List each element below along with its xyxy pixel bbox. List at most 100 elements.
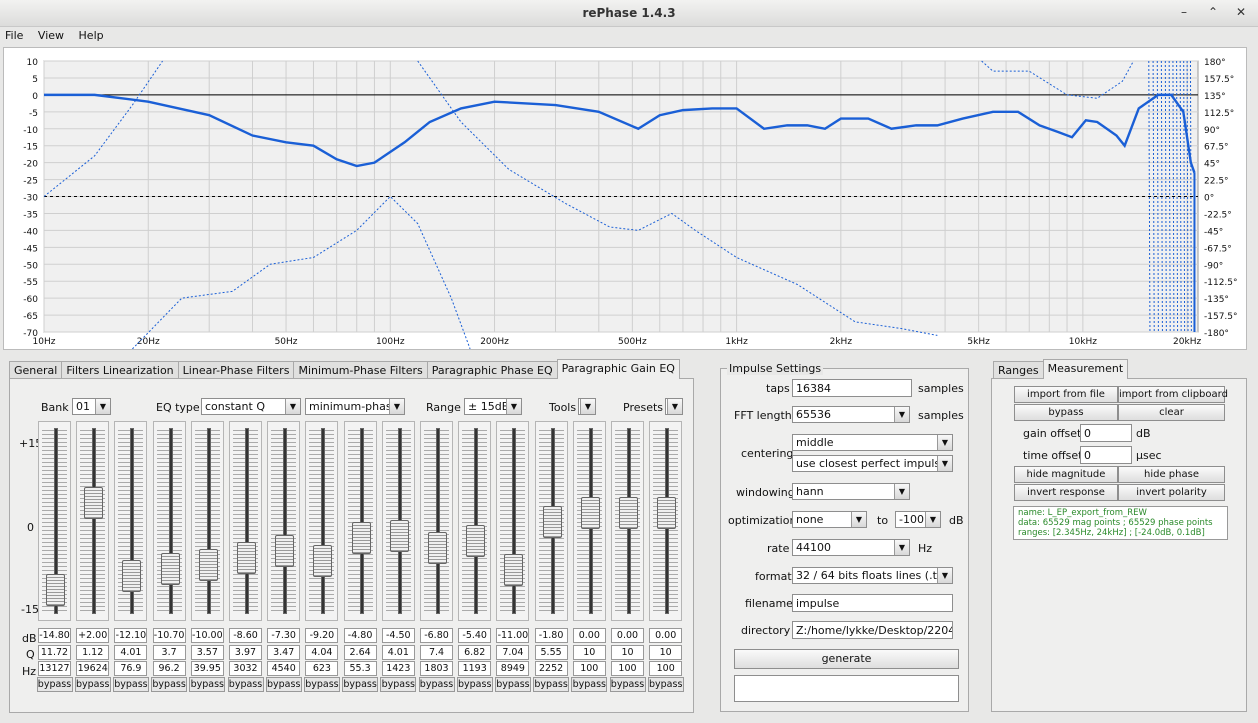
band-db-field[interactable]: -10.00 — [190, 628, 224, 643]
band-bypass-button[interactable]: bypass — [303, 677, 340, 692]
gain-slider-10[interactable] — [381, 421, 415, 621]
band-q-field[interactable]: 4.04 — [305, 645, 339, 660]
band-db-field[interactable]: -11.00 — [496, 628, 530, 643]
band-hz-field[interactable]: 8949 — [496, 661, 530, 676]
gain-slider-12[interactable] — [458, 421, 492, 621]
band-q-field[interactable]: 3.47 — [267, 645, 301, 660]
band-db-field[interactable]: -6.80 — [420, 628, 453, 643]
gain-slider-11[interactable] — [420, 421, 453, 621]
import-from-file-button[interactable]: import from file — [1014, 386, 1118, 403]
slider-knob[interactable] — [313, 544, 333, 577]
response-plot-svg[interactable]: 10 5 0 -5 -10 -15 -20 -25 -30 -35 -40 -45 -50 -55 -60 -… — [4, 48, 1246, 349]
optimization-select[interactable]: none ▼ — [792, 511, 867, 528]
gain-slider-13[interactable] — [496, 421, 530, 621]
band-hz-field[interactable]: 3032 — [229, 661, 262, 676]
band-q-field[interactable]: 7.4 — [420, 645, 453, 660]
directory-input[interactable]: Z:/home/lykke/Desktop/2204202 — [792, 621, 953, 639]
band-hz-field[interactable]: 55.3 — [343, 661, 377, 676]
band-hz-field[interactable]: 19624 — [76, 661, 110, 676]
hide-phase-button[interactable]: hide phase — [1118, 466, 1225, 483]
slider-knob[interactable] — [198, 549, 218, 581]
eq-type-select[interactable]: constant Q ▼ — [201, 398, 301, 415]
tab-filters-linearization[interactable]: Filters Linearization — [61, 361, 179, 379]
band-q-field[interactable]: 11.72 — [38, 645, 71, 660]
range-select[interactable]: ± 15dB ▼ — [464, 398, 522, 415]
band-bypass-button[interactable]: bypass — [227, 677, 264, 692]
menu-help[interactable]: Help — [79, 29, 104, 42]
band-hz-field[interactable]: 1803 — [420, 661, 453, 676]
tab-paragraphic-gain-eq[interactable]: Paragraphic Gain EQ — [556, 359, 680, 379]
band-bypass-button[interactable]: bypass — [456, 677, 493, 692]
optimization-db-select[interactable]: -100 ▼ — [895, 511, 941, 528]
band-q-field[interactable]: 4.01 — [114, 645, 148, 660]
band-db-field[interactable]: -10.70 — [152, 628, 186, 643]
centering-mode-select[interactable]: use closest perfect impulse ▼ — [792, 455, 953, 472]
bypass-measurement-button[interactable]: bypass — [1014, 404, 1118, 421]
band-q-field[interactable]: 10 — [572, 645, 606, 660]
band-db-field[interactable]: 0.00 — [611, 628, 644, 643]
tools-menu[interactable]: ▼ — [578, 398, 596, 415]
band-hz-field[interactable]: 100 — [572, 661, 606, 676]
slider-knob[interactable] — [160, 552, 180, 585]
bank-select[interactable]: 01 ▼ — [72, 398, 111, 415]
band-bypass-button[interactable]: bypass — [494, 677, 531, 692]
taps-input[interactable]: 16384 — [792, 379, 912, 397]
tab-linear-phase-filters[interactable]: Linear-Phase Filters — [177, 361, 295, 379]
gain-slider-7[interactable] — [267, 421, 301, 621]
band-bypass-button[interactable]: bypass — [36, 677, 73, 692]
band-q-field[interactable]: 3.57 — [190, 645, 224, 660]
band-q-field[interactable]: 10 — [649, 645, 683, 660]
band-hz-field[interactable]: 96.2 — [152, 661, 186, 676]
slider-knob[interactable] — [122, 559, 142, 592]
slider-knob[interactable] — [657, 497, 677, 529]
band-q-field[interactable]: 10 — [611, 645, 644, 660]
close-button[interactable]: ✕ — [1233, 5, 1249, 19]
slider-knob[interactable] — [580, 497, 600, 529]
format-select[interactable]: 32 / 64 bits floats lines (.txt) ▼ — [792, 567, 953, 584]
slider-knob[interactable] — [275, 534, 295, 567]
filename-input[interactable]: impulse — [792, 594, 953, 612]
phase-type-select[interactable]: minimum-phase ▼ — [305, 398, 405, 415]
restore-button[interactable]: ⌃ — [1205, 5, 1221, 19]
hide-magnitude-button[interactable]: hide magnitude — [1014, 466, 1118, 483]
band-q-field[interactable]: 7.04 — [496, 645, 530, 660]
band-q-field[interactable]: 1.12 — [76, 645, 110, 660]
band-db-field[interactable]: -9.20 — [305, 628, 339, 643]
slider-knob[interactable] — [237, 541, 256, 574]
menu-view[interactable]: View — [38, 29, 64, 42]
centering-select[interactable]: middle ▼ — [792, 434, 953, 451]
tab-paragraphic-phase-eq[interactable]: Paragraphic Phase EQ — [426, 361, 558, 379]
gain-slider-14[interactable] — [534, 421, 568, 621]
band-db-field[interactable]: -5.40 — [458, 628, 492, 643]
invert-response-button[interactable]: invert response — [1014, 484, 1118, 501]
invert-polarity-button[interactable]: invert polarity — [1118, 484, 1225, 501]
import-from-clipboard-button[interactable]: import from clipboard — [1118, 386, 1228, 403]
band-db-field[interactable]: +2.00 — [76, 628, 110, 643]
band-bypass-button[interactable]: bypass — [265, 677, 302, 692]
band-bypass-button[interactable]: bypass — [112, 677, 149, 692]
band-q-field[interactable]: 2.64 — [343, 645, 377, 660]
rate-select[interactable]: 44100 ▼ — [792, 539, 910, 556]
band-hz-field[interactable]: 1193 — [458, 661, 492, 676]
band-bypass-button[interactable]: bypass — [418, 677, 455, 692]
band-db-field[interactable]: -12.10 — [114, 628, 148, 643]
clear-measurement-button[interactable]: clear — [1118, 404, 1225, 421]
band-db-field[interactable]: -4.80 — [343, 628, 377, 643]
slider-knob[interactable] — [504, 554, 524, 587]
presets-menu[interactable]: ▼ — [665, 398, 683, 415]
gain-slider-3[interactable] — [114, 421, 148, 621]
windowing-select[interactable]: hann ▼ — [792, 483, 910, 500]
menu-file[interactable]: File — [5, 29, 23, 42]
band-q-field[interactable]: 6.82 — [458, 645, 492, 660]
gain-slider-5[interactable] — [190, 421, 224, 621]
gain-slider-2[interactable] — [76, 421, 110, 621]
band-bypass-button[interactable]: bypass — [380, 677, 417, 692]
gain-slider-9[interactable] — [343, 421, 377, 621]
band-db-field[interactable]: -8.60 — [229, 628, 262, 643]
response-plot[interactable]: 10 5 0 -5 -10 -15 -20 -25 -30 -35 -40 -45 -50 -55 -60 -… — [3, 47, 1247, 350]
gain-slider-15[interactable] — [572, 421, 606, 621]
band-bypass-button[interactable]: bypass — [74, 677, 111, 692]
band-bypass-button[interactable]: bypass — [571, 677, 608, 692]
gain-slider-4[interactable] — [152, 421, 186, 621]
gain-slider-17[interactable] — [649, 421, 683, 621]
